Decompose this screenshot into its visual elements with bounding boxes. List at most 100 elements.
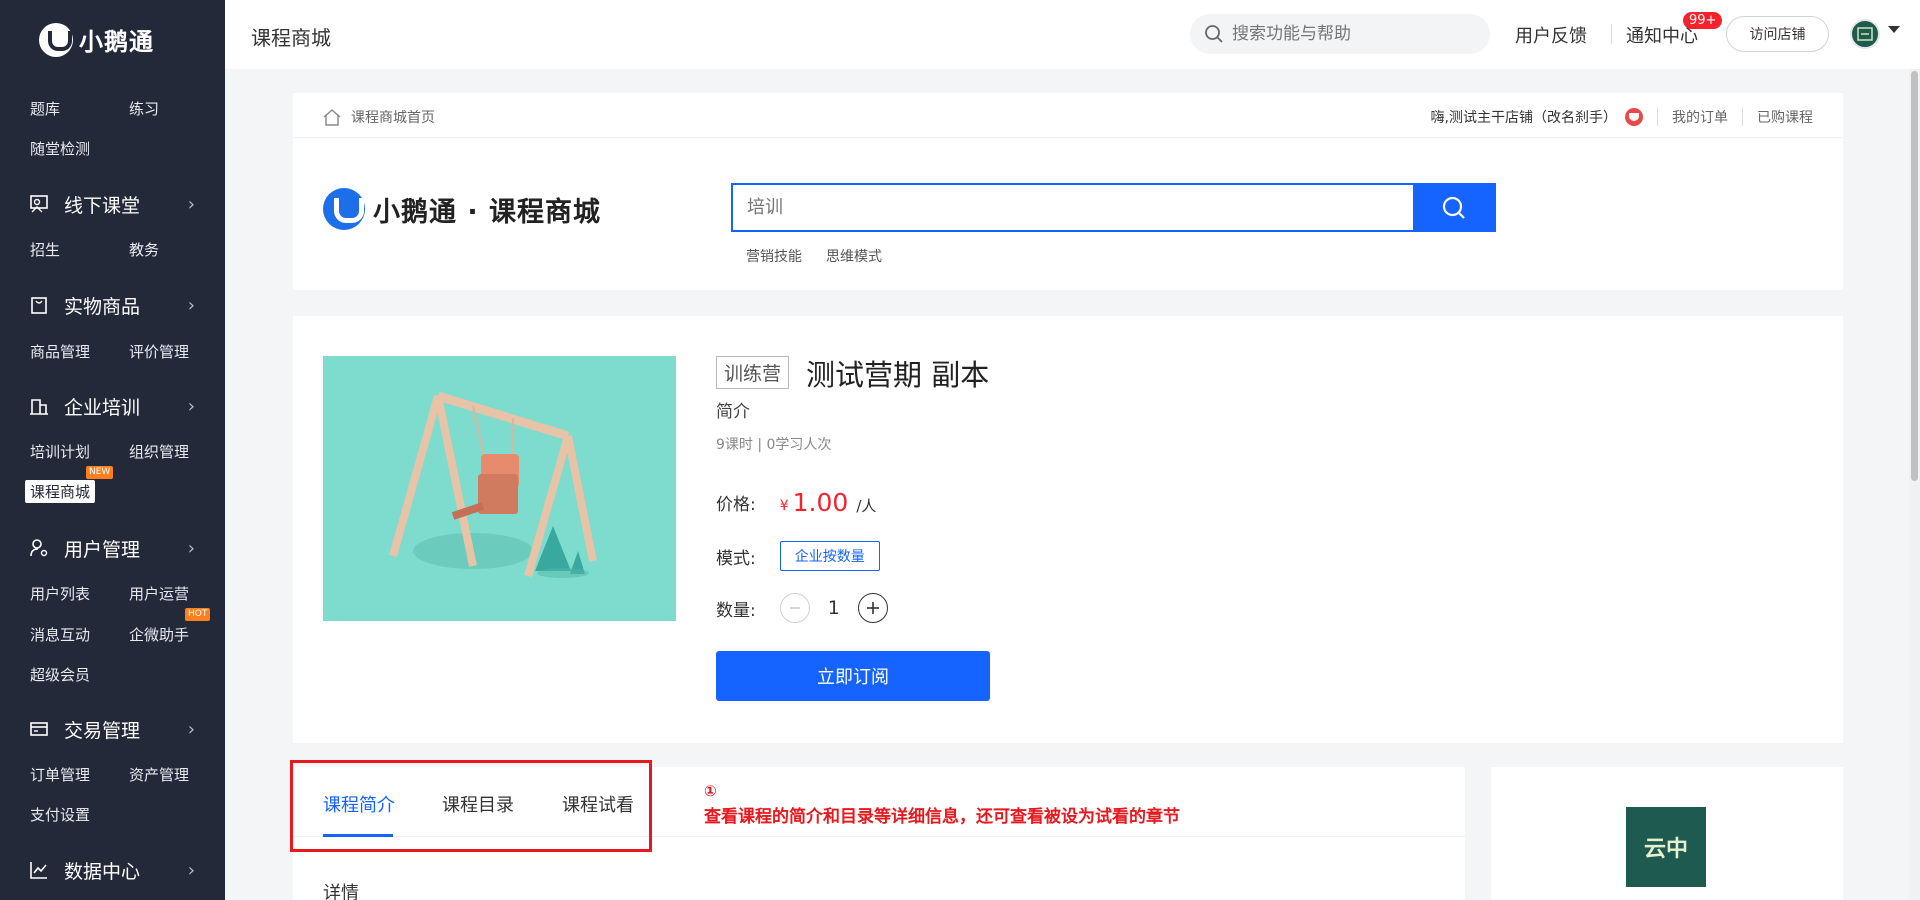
avatar-logo-icon xyxy=(1857,27,1873,41)
sidebar-group-label: 实物商品 xyxy=(64,295,141,318)
sidebar-item-order-mgmt[interactable]: 订单管理 xyxy=(30,764,90,785)
course-mall-logo[interactable]: 小鹅通 · 课程商城 xyxy=(323,188,601,230)
quantity-increase-button[interactable] xyxy=(857,593,888,623)
sidebar-item-academic[interactable]: 教务 xyxy=(129,239,159,260)
price-label: 价格: xyxy=(716,495,756,515)
feedback-link[interactable]: 用户反馈 xyxy=(1515,22,1587,48)
sidebar-group-offline-class[interactable]: 线下课堂 › xyxy=(0,184,225,224)
new-badge: NEW xyxy=(86,466,114,479)
swing-illustration xyxy=(389,391,597,578)
sidebar-group-enterprise-training[interactable]: 企业培训 › xyxy=(0,386,225,426)
page-title: 课程商城 xyxy=(251,26,331,50)
quantity-label: 数量: xyxy=(716,600,756,621)
logo-text: 小鹅通 xyxy=(79,28,154,56)
chevron-right-icon: › xyxy=(187,860,195,881)
sidebar-group-transactions[interactable]: 交易管理 › xyxy=(0,709,225,749)
caret-down-icon[interactable] xyxy=(1888,26,1900,33)
scrollbar-thumb[interactable] xyxy=(1911,71,1918,481)
hot-tag[interactable]: 营销技能 xyxy=(746,246,802,266)
course-search-input[interactable] xyxy=(733,185,1413,230)
sidebar-item-practice[interactable]: 练习 xyxy=(129,98,159,119)
hot-search-tags: 营销技能 思维模式 xyxy=(746,246,906,266)
price-unit: /人 xyxy=(856,496,877,515)
quantity-row: 数量: 1 xyxy=(716,593,888,623)
sidebar: 小鹅通 题库 练习 随堂检测 线下课堂 › 招生 教务 实物商品 › 商品管理 … xyxy=(0,0,225,900)
details-heading: 详情 xyxy=(323,883,359,900)
search-icon xyxy=(1205,25,1223,43)
user-avatar[interactable] xyxy=(1850,19,1880,49)
hot-tag[interactable]: 思维模式 xyxy=(826,246,882,266)
annotation-callout: ① 查看课程的简介和目录等详细信息，还可查看被设为试看的章节 xyxy=(704,782,1180,827)
sidebar-item-org-mgmt[interactable]: 组织管理 xyxy=(129,441,189,462)
sidebar-item-wecom-assistant[interactable]: 企微助手 xyxy=(129,624,189,645)
quantity-value[interactable]: 1 xyxy=(810,597,858,619)
sidebar-item-course-mall[interactable]: 课程商城 xyxy=(25,480,96,503)
mall-home-label: 课程商城首页 xyxy=(351,110,435,126)
global-search[interactable] xyxy=(1190,14,1490,54)
store-user-links: 嗨,测试主干店铺（改名刹手） 我的订单 已购课程 xyxy=(1431,107,1813,127)
minus-icon xyxy=(789,607,800,609)
logo-icon xyxy=(39,22,73,57)
page-scrollbar[interactable] xyxy=(1909,69,1920,900)
global-search-input[interactable] xyxy=(1232,24,1472,44)
chevron-right-icon: › xyxy=(187,719,195,740)
shop-info-card: 云中 xyxy=(1491,767,1843,900)
divider xyxy=(1742,108,1743,126)
my-orders-link[interactable]: 我的订单 xyxy=(1672,107,1728,127)
product-detail-card: 训练营 测试营期 副本 简介 9课时 | 0学习人次 价格: ¥ 1.00 /人… xyxy=(293,316,1843,743)
mode-option-enterprise-quantity[interactable]: 企业按数量 xyxy=(779,541,880,571)
sidebar-group-physical-goods[interactable]: 实物商品 › xyxy=(0,285,225,325)
sidebar-item-enrollment[interactable]: 招生 xyxy=(30,239,60,260)
chart-icon xyxy=(28,859,50,881)
shop-avatar-text: 云中 xyxy=(1643,837,1688,862)
search-icon xyxy=(1442,196,1465,219)
sidebar-group-label: 线下课堂 xyxy=(64,194,141,217)
sidebar-group-data-center[interactable]: 数据中心 › xyxy=(0,850,225,890)
sidebar-item-super-member[interactable]: 超级会员 xyxy=(30,664,90,685)
mode-label: 模式: xyxy=(716,548,756,569)
visit-store-button[interactable]: 访问店铺 xyxy=(1726,16,1829,52)
chevron-right-icon: › xyxy=(187,396,195,417)
divider xyxy=(1611,24,1612,44)
mall-home-link[interactable]: 课程商城首页 xyxy=(323,107,435,127)
purchased-courses-link[interactable]: 已购课程 xyxy=(1757,107,1813,127)
chevron-right-icon: › xyxy=(187,538,195,559)
mode-row: 模式: 企业按数量 xyxy=(716,541,880,571)
price-currency: ¥ xyxy=(779,497,789,514)
annotation-number: ① xyxy=(704,782,717,800)
sidebar-item-payment-settings[interactable]: 支付设置 xyxy=(30,804,90,825)
sidebar-item-user-list[interactable]: 用户列表 xyxy=(30,583,90,604)
sidebar-item-user-ops[interactable]: 用户运营 xyxy=(129,583,189,604)
notification-count-badge: 99+ xyxy=(1683,12,1723,29)
course-title: 测试营期 副本 xyxy=(806,358,990,392)
course-mall-logo-text: 小鹅通 · 课程商城 xyxy=(373,196,602,228)
sidebar-item-quiz[interactable]: 随堂检测 xyxy=(30,138,90,159)
sidebar-group-label: 数据中心 xyxy=(64,860,141,883)
top-bar: 课程商城 用户反馈 通知中心 99+ 访问店铺 xyxy=(225,0,1920,69)
classroom-icon xyxy=(28,193,50,215)
chevron-right-icon: › xyxy=(187,194,195,215)
user-settings-icon xyxy=(28,537,50,559)
building-icon xyxy=(28,395,50,417)
store-nav-bar: 课程商城首页 嗨,测试主干店铺（改名刹手） 我的订单 已购课程 xyxy=(293,93,1843,138)
sidebar-item-messages[interactable]: 消息互动 xyxy=(30,624,90,645)
store-greeting: 嗨,测试主干店铺（改名刹手） xyxy=(1430,110,1617,126)
shop-avatar[interactable]: 云中 xyxy=(1626,807,1706,887)
quantity-decrease-button[interactable] xyxy=(779,593,810,623)
sidebar-item-training-plan[interactable]: 培训计划 xyxy=(30,441,90,462)
course-cover-image xyxy=(323,356,676,621)
app-logo[interactable]: 小鹅通 xyxy=(39,22,154,57)
price-row: 价格: ¥ 1.00 /人 xyxy=(716,488,876,517)
price-value: 1.00 xyxy=(792,488,849,517)
sidebar-item-asset-mgmt[interactable]: 资产管理 xyxy=(129,764,189,785)
subscribe-button[interactable]: 立即订阅 xyxy=(716,651,990,701)
sidebar-group-user-mgmt[interactable]: 用户管理 › xyxy=(0,528,225,568)
course-meta: 9课时 | 0学习人次 xyxy=(716,437,832,453)
sidebar-item-product-mgmt[interactable]: 商品管理 xyxy=(30,341,90,362)
smiley-avatar-icon xyxy=(1625,108,1643,126)
sidebar-group-label: 交易管理 xyxy=(64,719,141,742)
sidebar-item-question-bank[interactable]: 题库 xyxy=(30,98,60,119)
card-icon xyxy=(28,718,50,740)
sidebar-item-review-mgmt[interactable]: 评价管理 xyxy=(129,341,189,362)
course-search-button[interactable] xyxy=(1413,185,1494,230)
